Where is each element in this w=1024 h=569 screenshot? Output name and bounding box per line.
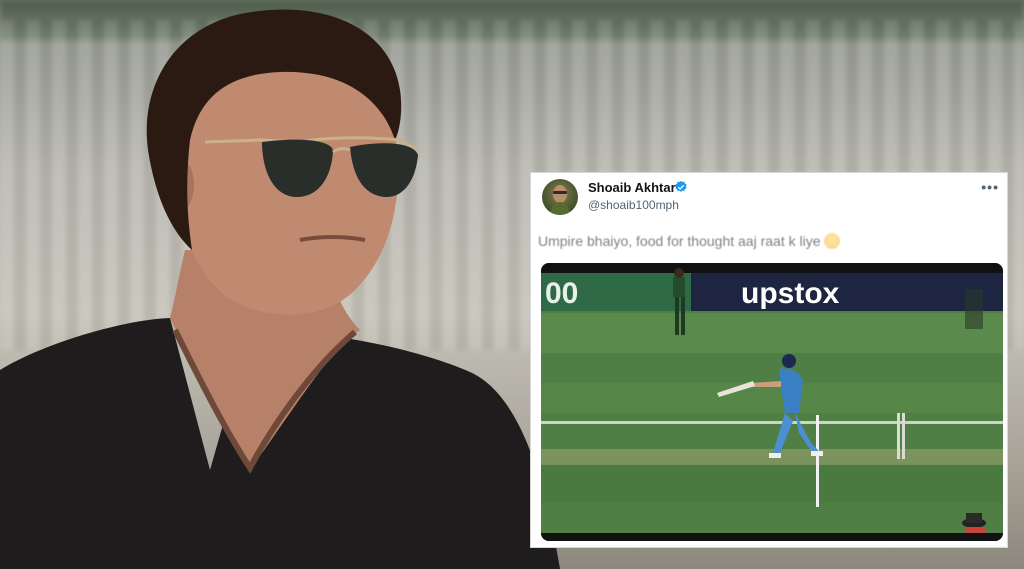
author-name[interactable]: Shoaib Akhtar: [588, 180, 676, 195]
more-options-icon[interactable]: •••: [981, 179, 999, 195]
tweet-card[interactable]: Shoaib Akhtar @shoaib100mph ••• Umpire b…: [530, 172, 1008, 548]
player-photo: [0, 9, 560, 569]
tweet-text: Umpire bhaiyo, food for thought aaj raat…: [538, 233, 840, 249]
cricket-scene: 00 upstox: [541, 263, 1003, 541]
broadcaster-logo: [965, 289, 983, 329]
thinking-face-emoji: [823, 233, 840, 249]
author-avatar[interactable]: [542, 179, 578, 215]
banner-partial-text: 00: [545, 277, 578, 310]
author-handle[interactable]: @shoaib100mph: [588, 198, 679, 212]
tweet-text-content: Umpire bhaiyo, food for thought aaj raat…: [538, 233, 821, 249]
verified-badge-icon: [675, 180, 687, 192]
banner-upstox-text: upstox: [741, 277, 840, 310]
tweet-media-video[interactable]: 00 upstox: [541, 263, 1003, 541]
